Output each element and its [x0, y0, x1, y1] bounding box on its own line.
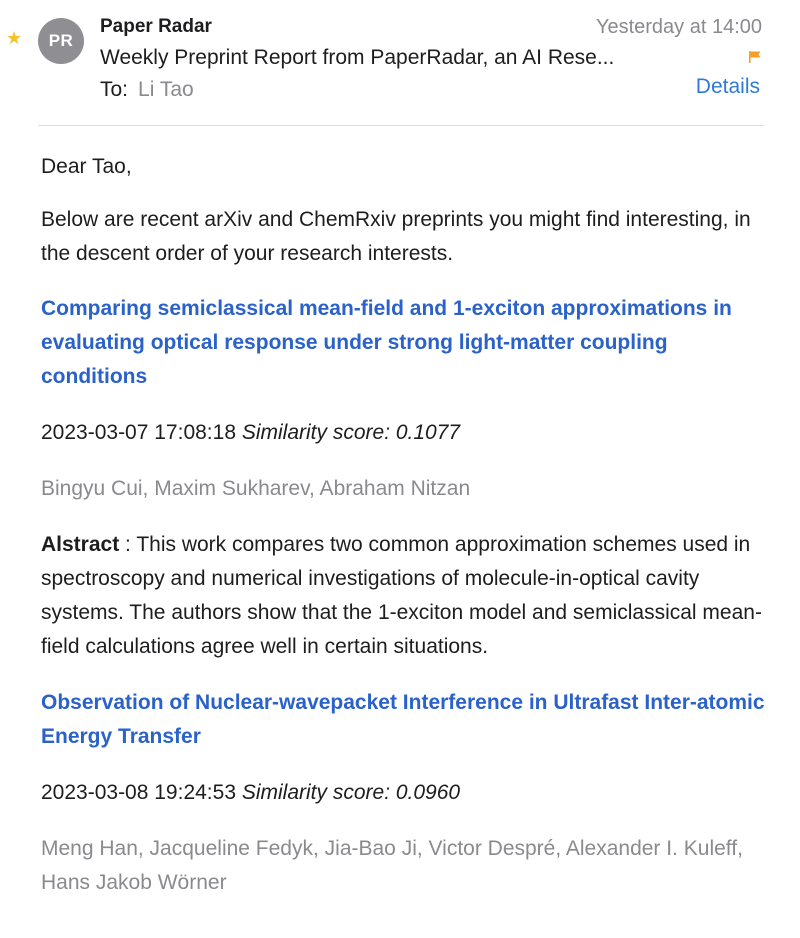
to-label: To:: [100, 78, 129, 101]
email-header: ★ PR Paper Radar Yesterday at 14:00 Week…: [0, 0, 800, 126]
paper-meta: 2023-03-08 19:24:53 Similarity score: 0.…: [41, 776, 781, 810]
star-icon[interactable]: ★: [6, 28, 22, 48]
paper-datetime: 2023-03-08 19:24:53: [41, 781, 236, 804]
paper-title-link[interactable]: Comparing semiclassical mean-field and 1…: [41, 292, 776, 394]
details-link[interactable]: Details: [696, 75, 760, 99]
header-divider: [38, 125, 764, 126]
paper-meta: 2023-03-07 17:08:18 Similarity score: 0.…: [41, 416, 781, 450]
greeting: Dear Tao,: [41, 155, 132, 178]
paper-abstract: Alstract : This work compares two common…: [41, 528, 763, 664]
abstract-text: : This work compares two common approxim…: [41, 533, 762, 658]
paper-authors: Bingyu Cui, Maxim Sukharev, Abraham Nitz…: [41, 477, 471, 500]
intro-text: Below are recent arXiv and ChemRxiv prep…: [41, 208, 751, 265]
paper-title-link[interactable]: Observation of Nuclear-wavepacket Interf…: [41, 686, 776, 754]
flag-icon[interactable]: [748, 50, 762, 64]
email-date: Yesterday at 14:00: [595, 16, 762, 38]
paper-datetime: 2023-03-07 17:08:18: [41, 421, 236, 444]
similarity-score: Similarity score: 0.0960: [241, 781, 461, 804]
paper-authors: Meng Han, Jacqueline Fedyk, Jia-Bao Ji, …: [41, 837, 743, 894]
email-subject: Weekly Preprint Report from PaperRadar, …: [100, 46, 615, 69]
similarity-score: Similarity score: 0.1077: [241, 421, 461, 444]
abstract-label: Alstract: [41, 533, 120, 556]
email-body: Dear Tao, Below are recent arXiv and Che…: [41, 150, 781, 900]
sender-name: Paper Radar: [100, 16, 212, 37]
recipient-name[interactable]: Li Tao: [138, 78, 194, 101]
recipient-row: To: Li Tao: [100, 78, 194, 102]
avatar: PR: [38, 18, 84, 64]
